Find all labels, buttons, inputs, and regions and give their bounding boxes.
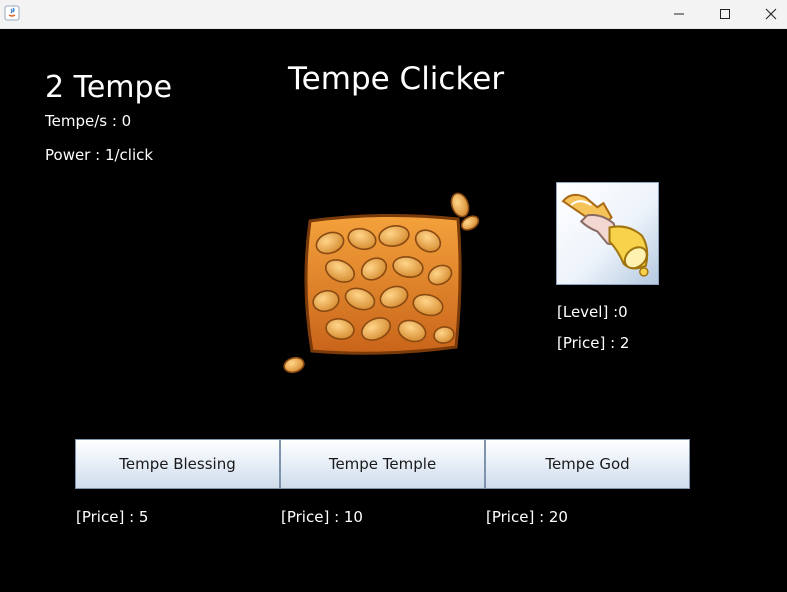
maximize-button[interactable] [702, 0, 748, 28]
app-window: 2 Tempe Tempe/s : 0 Power : 1/click Temp… [0, 0, 787, 592]
tempe-icon[interactable] [282, 189, 482, 379]
upgrade-price: [Price] : 2 [557, 334, 630, 352]
title-bar [0, 0, 787, 29]
tempe-temple-button[interactable]: Tempe Temple [280, 439, 485, 489]
game-panel: 2 Tempe Tempe/s : 0 Power : 1/click Temp… [0, 29, 787, 592]
close-button[interactable] [748, 0, 787, 28]
click-power: Power : 1/click [45, 146, 154, 164]
minimize-button[interactable] [656, 0, 702, 28]
close-icon [765, 8, 777, 20]
hand-bell-icon [561, 193, 649, 277]
tempe-blessing-price: [Price] : 5 [76, 508, 149, 526]
maximize-icon [720, 9, 730, 19]
upgrade-level: [Level] :0 [557, 303, 628, 321]
tempe-count: 2 Tempe [45, 70, 173, 105]
upgrade-button[interactable] [556, 182, 659, 285]
game-title: Tempe Clicker [288, 61, 505, 97]
tempe-god-button[interactable]: Tempe God [485, 439, 690, 489]
tempe-per-second: Tempe/s : 0 [45, 112, 132, 130]
minimize-icon [674, 13, 684, 15]
tempe-blessing-button[interactable]: Tempe Blessing [75, 439, 280, 489]
java-icon [4, 5, 20, 21]
tempe-god-price: [Price] : 20 [486, 508, 568, 526]
tempe-temple-price: [Price] : 10 [281, 508, 363, 526]
